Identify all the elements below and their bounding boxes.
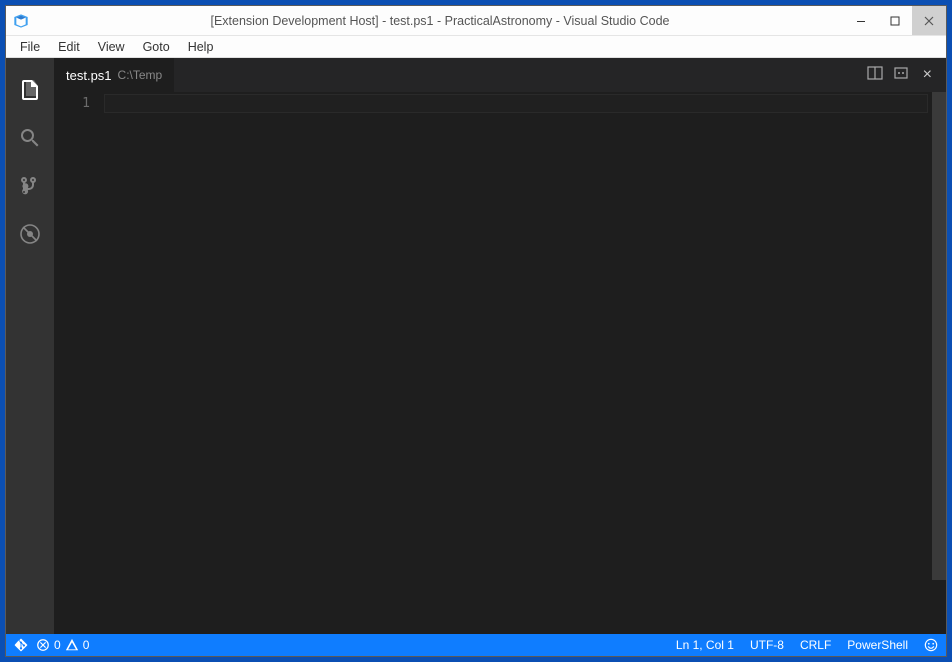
scrollbar-thumb[interactable]: [932, 92, 946, 580]
status-warnings-count: 0: [83, 638, 90, 652]
menubar: File Edit View Goto Help: [6, 36, 946, 58]
close-button[interactable]: [912, 6, 946, 35]
editor-area: test.ps1 C:\Temp × 1: [54, 58, 946, 634]
menu-help[interactable]: Help: [180, 38, 222, 56]
titlebar: [Extension Development Host] - test.ps1 …: [6, 6, 946, 36]
window: [Extension Development Host] - test.ps1 …: [5, 5, 947, 657]
minimize-button[interactable]: [844, 6, 878, 35]
status-cursor-position[interactable]: Ln 1, Col 1: [676, 638, 734, 652]
editor[interactable]: 1: [54, 92, 946, 634]
status-git-icon[interactable]: [14, 638, 28, 652]
tab-filename: test.ps1: [66, 68, 112, 83]
app-icon: [6, 13, 36, 29]
status-bar: 0 0 Ln 1, Col 1 UTF-8 CRLF PowerShell: [6, 634, 946, 656]
editor-tabs: test.ps1 C:\Temp ×: [54, 58, 946, 92]
status-problems[interactable]: 0 0: [36, 638, 89, 652]
status-encoding[interactable]: UTF-8: [750, 638, 784, 652]
menu-edit[interactable]: Edit: [50, 38, 88, 56]
line-number: 1: [54, 96, 90, 111]
tab-actions: ×: [867, 65, 946, 86]
app-body: test.ps1 C:\Temp × 1: [6, 58, 946, 634]
split-editor-icon[interactable]: [867, 65, 883, 86]
menu-view[interactable]: View: [90, 38, 133, 56]
status-eol[interactable]: CRLF: [800, 638, 831, 652]
search-icon[interactable]: [6, 114, 54, 162]
close-editor-icon[interactable]: ×: [919, 66, 936, 84]
menu-file[interactable]: File: [12, 38, 48, 56]
status-feedback-icon[interactable]: [924, 638, 938, 652]
explorer-icon[interactable]: [6, 66, 54, 114]
status-errors-count: 0: [54, 638, 61, 652]
vertical-scrollbar[interactable]: [932, 92, 946, 634]
source-control-icon[interactable]: [6, 162, 54, 210]
window-title: [Extension Development Host] - test.ps1 …: [36, 14, 844, 28]
more-actions-icon[interactable]: [893, 65, 909, 86]
debug-icon[interactable]: [6, 210, 54, 258]
current-line-highlight: [104, 94, 928, 113]
maximize-button[interactable]: [878, 6, 912, 35]
activity-bar: [6, 58, 54, 634]
menu-goto[interactable]: Goto: [135, 38, 178, 56]
window-controls: [844, 6, 946, 35]
editor-content[interactable]: [104, 92, 932, 634]
line-gutter: 1: [54, 92, 104, 634]
status-language-mode[interactable]: PowerShell: [847, 638, 908, 652]
tab-path: C:\Temp: [118, 68, 163, 82]
tab-active[interactable]: test.ps1 C:\Temp: [54, 58, 174, 92]
